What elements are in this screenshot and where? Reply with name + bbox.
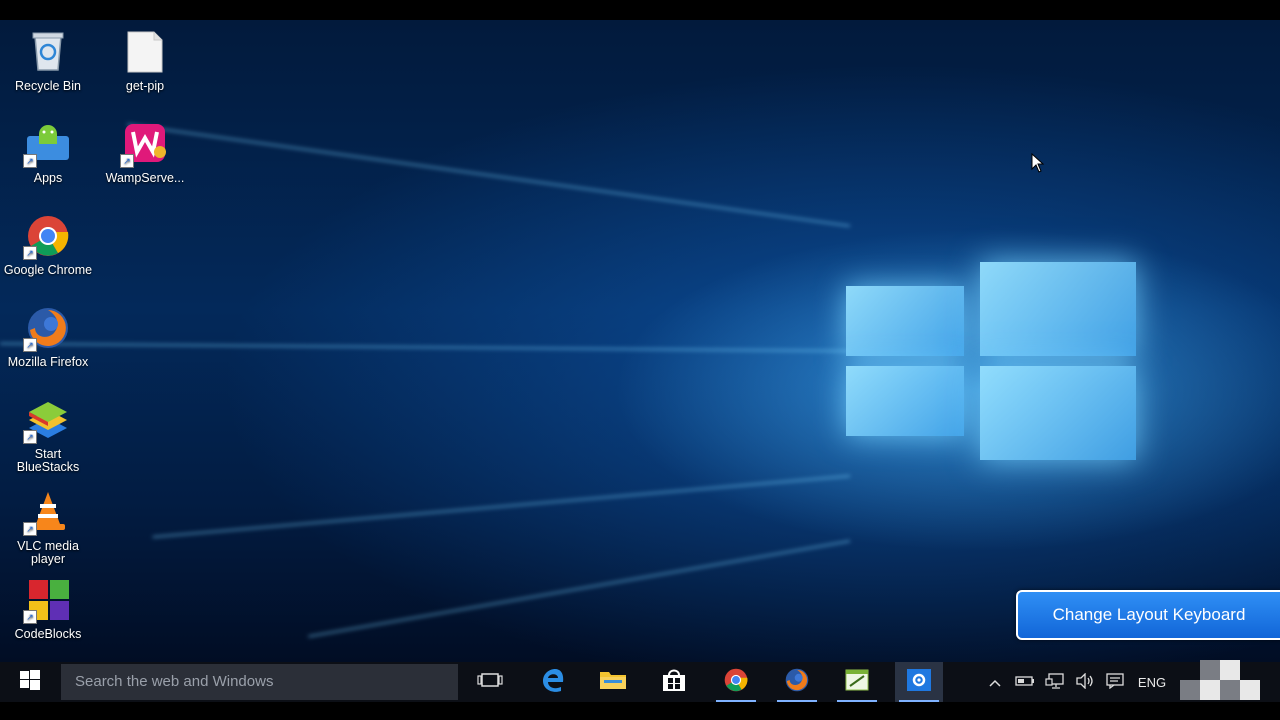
light-beam [308,540,851,638]
icon-label: Apps [33,171,63,185]
bottom-letterbox [0,702,1280,720]
shortcut-arrow-icon: ↗ [23,430,37,444]
icon-label: Recycle Bin [15,79,81,93]
tray-volume-button[interactable] [1072,662,1098,702]
logo-pane [846,366,964,436]
taskbar-chrome-button[interactable] [712,662,760,702]
search-placeholder: Search the web and Windows [75,673,274,690]
store-icon [661,668,687,697]
tray-battery-button[interactable] [1012,662,1038,702]
network-icon [1045,672,1065,692]
desktop-icon-wampserver[interactable]: ↗ WampServe... [100,122,190,185]
icon-label: WampServe... [105,171,185,185]
volume-icon [1075,671,1095,692]
task-view-icon [477,672,503,693]
desktop-icon-recycle-bin[interactable]: Recycle Bin [3,30,93,93]
light-beam [126,123,851,227]
show-hidden-icons-button[interactable] [984,662,1006,702]
light-beam [152,475,851,539]
vlc-icon: ↗ [23,490,71,536]
checker-cell [1200,660,1220,680]
file-icon [122,30,168,74]
taskbar: Search the web and Windows ENG [0,662,1280,702]
icon-label: VLC media player [17,539,79,566]
checker-cell [1240,680,1260,700]
chevron-up-icon [989,675,1001,690]
apps-icon: ↗ [23,122,71,168]
checker-cell [1200,680,1220,700]
checker-cell [1220,660,1240,680]
light-beam [0,342,851,352]
logo-pane [980,366,1136,460]
battery-icon [1015,675,1035,690]
icon-label: Start BlueStacks [16,447,80,474]
tray-action-center-button[interactable] [1102,662,1128,702]
watermark-pattern [1180,660,1280,700]
shortcut-arrow-icon: ↗ [23,154,37,168]
chrome-icon [723,667,749,698]
top-letterbox [0,0,1280,20]
chrome-icon: ↗ [23,214,71,260]
icon-label: Mozilla Firefox [7,355,89,369]
windows-start-icon [20,669,40,695]
start-button[interactable] [0,662,60,702]
recycle-bin-icon [25,30,71,74]
desktop-icon-bluestacks[interactable]: ↗ Start BlueStacks [3,398,93,474]
firefox-icon: ↗ [23,306,71,352]
input-language-indicator[interactable]: ENG [1134,662,1170,702]
change-layout-keyboard-notification[interactable]: Change Layout Keyboard [1016,590,1280,640]
settings-icon [906,668,932,697]
logo-pane [846,286,964,356]
notepad-icon [844,668,870,697]
mouse-cursor-icon [1031,152,1045,178]
task-view-button[interactable] [466,662,514,702]
desktop-icon-get-pip[interactable]: get-pip [100,30,190,93]
desktop[interactable]: Recycle Bin get-pip ↗ Apps ↗ WampServe..… [0,20,1280,662]
icon-label: Google Chrome [3,263,93,277]
logo-pane [980,262,1136,356]
notification-text: Change Layout Keyboard [1052,605,1246,624]
file-explorer-icon [599,669,627,696]
tray-network-button[interactable] [1042,662,1068,702]
edge-icon [540,667,566,698]
shortcut-arrow-icon: ↗ [23,610,37,624]
desktop-icon-vlc[interactable]: ↗ VLC media player [3,490,93,566]
language-label: ENG [1137,674,1167,690]
desktop-icon-mozilla-firefox[interactable]: ↗ Mozilla Firefox [3,306,93,369]
taskbar-edge-button[interactable] [529,662,577,702]
taskbar-search-box[interactable]: Search the web and Windows [61,664,458,700]
shortcut-arrow-icon: ↗ [23,338,37,352]
icon-label: CodeBlocks [14,627,82,641]
firefox-icon [784,667,810,698]
checker-cell [1180,680,1200,700]
wampserver-icon: ↗ [120,122,168,168]
windows-logo-wallpaper [840,260,1140,470]
taskbar-settings-button[interactable] [895,662,943,702]
shortcut-arrow-icon: ↗ [23,522,37,536]
icon-label: get-pip [125,79,165,93]
taskbar-notepad-button[interactable] [833,662,881,702]
codeblocks-icon: ↗ [23,578,71,624]
taskbar-store-button[interactable] [650,662,698,702]
desktop-icon-codeblocks[interactable]: ↗ CodeBlocks [3,578,93,641]
checker-cell [1220,680,1240,700]
action-center-icon [1105,672,1125,692]
taskbar-firefox-button[interactable] [773,662,821,702]
desktop-icon-apps[interactable]: ↗ Apps [3,122,93,185]
shortcut-arrow-icon: ↗ [120,154,134,168]
taskbar-file-explorer-button[interactable] [589,662,637,702]
desktop-icon-google-chrome[interactable]: ↗ Google Chrome [3,214,93,277]
shortcut-arrow-icon: ↗ [23,246,37,260]
bluestacks-icon: ↗ [23,398,71,444]
